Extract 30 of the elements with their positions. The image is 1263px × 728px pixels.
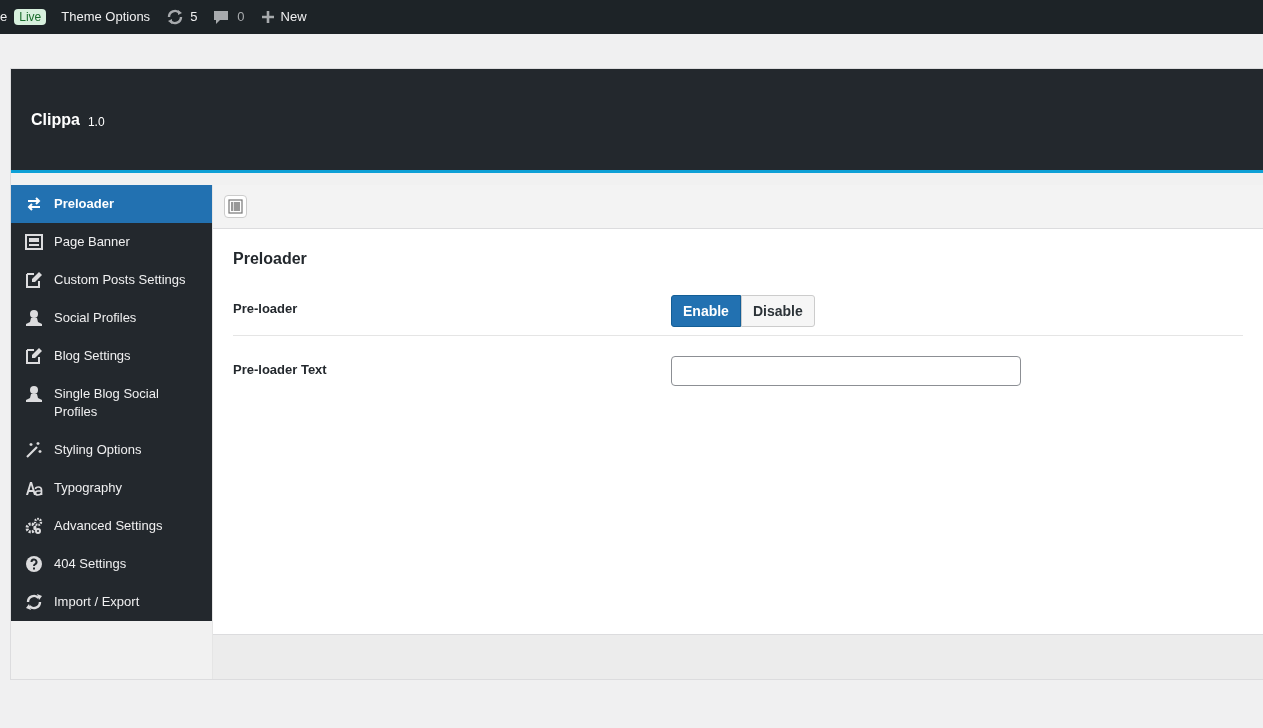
person-icon [25,309,43,327]
site-name-link[interactable]: e [0,7,8,27]
text-size-icon [25,479,43,497]
new-link[interactable]: New [260,7,307,27]
refresh-icon [25,593,43,611]
text-input-field[interactable] [671,356,1021,386]
layout-icon [25,233,43,251]
toggle-option[interactable]: Disable [740,295,815,327]
plus-icon [260,10,275,24]
comment-icon [213,9,230,25]
theme-options-link[interactable]: Theme Options [61,7,151,27]
live-badge: Live [14,9,47,25]
field-label: Pre-loader Text [233,361,328,379]
toggle-option[interactable]: Enable [671,295,741,327]
header-title: Clippa [31,109,80,130]
version-label: 1.0 [87,113,105,131]
field-label: Pre-loader [233,300,299,318]
updates-link[interactable]: 5 [166,7,198,27]
edit-icon [25,347,43,365]
gears-icon [25,517,43,535]
help-icon [25,555,43,573]
section-title: Preloader [233,249,308,269]
sidebar-item[interactable]: Preloader [11,185,212,223]
edit-icon [25,271,43,289]
comments-link[interactable]: 0 [213,7,245,27]
refresh-icon [166,9,185,25]
arrows-icon [25,195,43,213]
person-icon [25,385,43,403]
expand-icon[interactable] [224,195,247,218]
magic-wand-icon [25,441,43,459]
